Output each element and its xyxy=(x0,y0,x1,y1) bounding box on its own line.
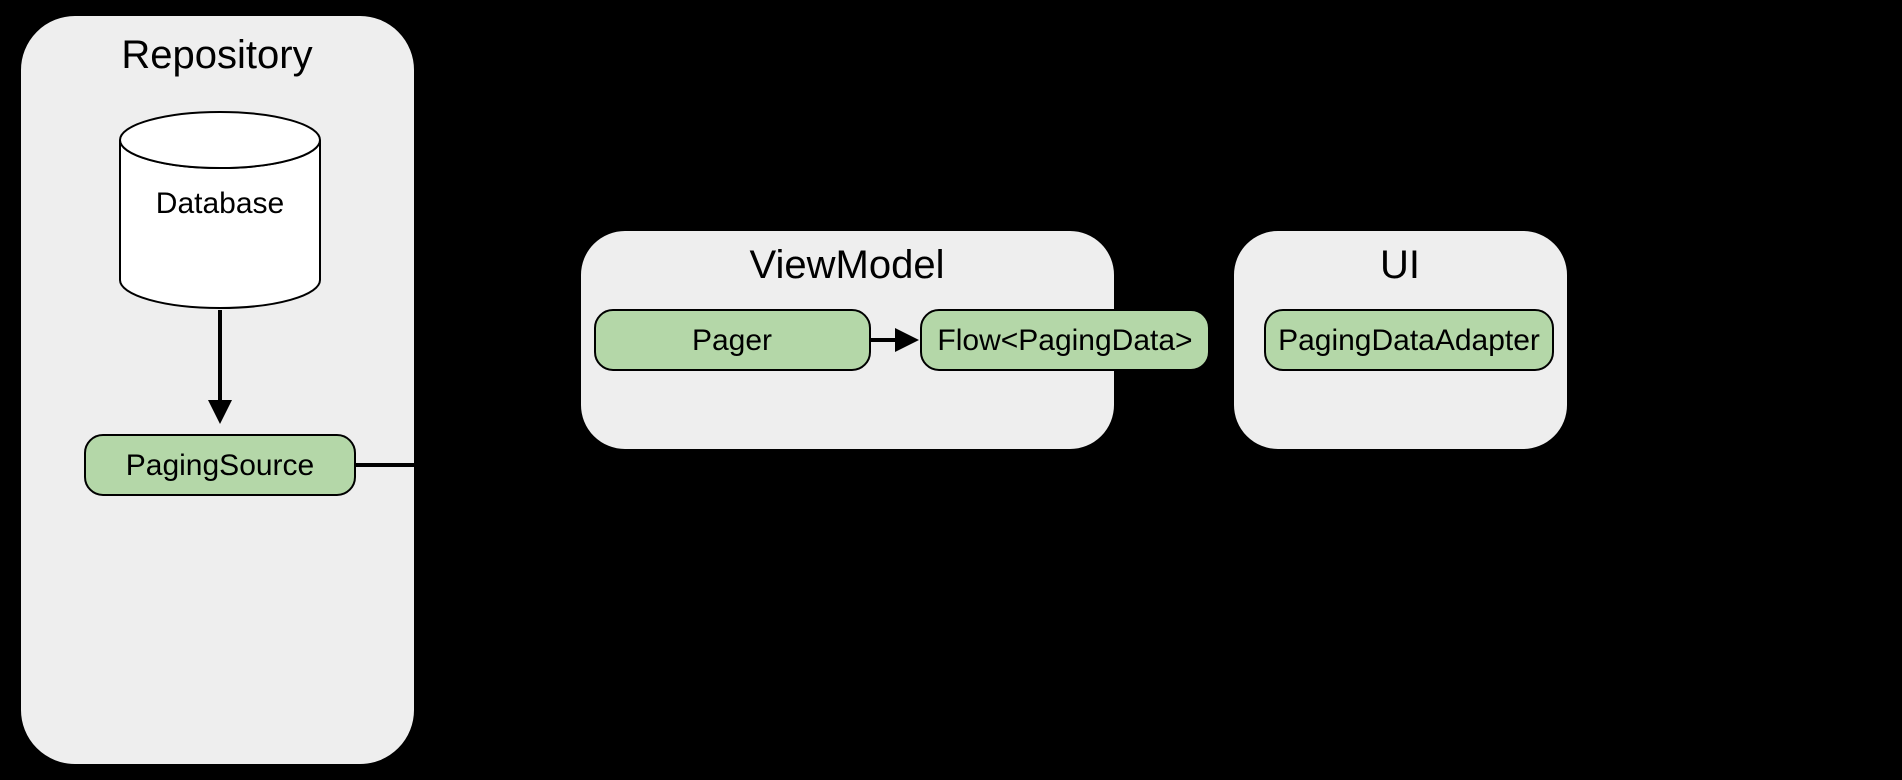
viewmodel-title: ViewModel xyxy=(750,243,945,287)
viewmodel-panel: ViewModel Pager Flow<PagingData> xyxy=(580,230,1209,450)
paging-source-label: PagingSource xyxy=(126,449,314,482)
database-icon: Database xyxy=(120,112,320,308)
pager-node: Pager xyxy=(595,310,870,370)
repository-panel: Repository Database PagingSource xyxy=(20,15,415,765)
paging-data-adapter-node: PagingDataAdapter xyxy=(1265,310,1553,370)
flow-node: Flow<PagingData> xyxy=(921,310,1209,370)
database-label: Database xyxy=(156,187,284,220)
pager-label: Pager xyxy=(692,324,772,357)
flow-label: Flow<PagingData> xyxy=(937,324,1192,357)
repository-title: Repository xyxy=(121,33,312,77)
ui-panel: UI PagingDataAdapter xyxy=(1233,230,1568,450)
ui-title: UI xyxy=(1380,243,1420,287)
paging-data-adapter-label: PagingDataAdapter xyxy=(1278,324,1540,357)
paging-source-node: PagingSource xyxy=(85,435,355,495)
